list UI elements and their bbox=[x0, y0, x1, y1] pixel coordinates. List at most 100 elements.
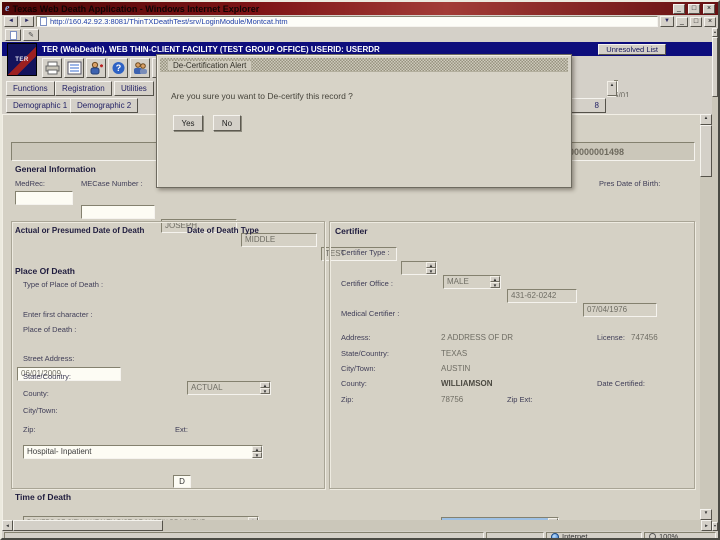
vertical-scrollbar[interactable]: ▲ ▼ bbox=[700, 114, 712, 520]
app-header-text: TER (WebDeath), WEB THIN-CLIENT FACILITY… bbox=[42, 44, 380, 54]
place-of-death-heading: Place Of Death bbox=[15, 266, 75, 276]
horizontal-scrollbar[interactable]: ◄ ► bbox=[2, 520, 712, 531]
certifier-zip-label: Zip: bbox=[341, 395, 354, 404]
street-label: Street Address: bbox=[23, 354, 75, 363]
scroll-thumb[interactable] bbox=[700, 125, 712, 177]
svg-text:?: ? bbox=[115, 63, 121, 73]
scroll-down-icon[interactable]: ▼ bbox=[700, 509, 712, 520]
unresolved-list-button[interactable]: Unresolved List bbox=[598, 43, 666, 55]
add-person-icon[interactable] bbox=[86, 58, 106, 78]
first-char-field[interactable]: D bbox=[173, 475, 191, 488]
edit-glyph: ✎ bbox=[28, 32, 34, 39]
hscroll-thumb[interactable] bbox=[13, 520, 163, 531]
ie-logo-icon: e bbox=[5, 2, 10, 14]
yes-button[interactable]: Yes bbox=[173, 115, 203, 131]
death-type-field[interactable]: ACTUAL ▲ ▼ bbox=[187, 381, 271, 395]
forward-icon[interactable]: ► bbox=[20, 16, 34, 27]
certifier-office-label: Certifier Office : bbox=[341, 279, 393, 288]
tab-registration[interactable]: Registration bbox=[55, 81, 112, 96]
help-icon[interactable]: ? bbox=[108, 58, 128, 78]
medical-certifier-label: Medical Certifier : bbox=[341, 309, 400, 318]
time-of-death-heading: Time of Death bbox=[15, 492, 72, 502]
general-info-heading: General Information bbox=[15, 164, 96, 174]
scroll-left-icon[interactable]: ◄ bbox=[2, 520, 13, 531]
tab-demographic-1[interactable]: Demographic 1 bbox=[6, 98, 75, 113]
magnifier-icon bbox=[649, 533, 656, 538]
browser-window: e Texas Web Death Application - Windows … bbox=[0, 0, 720, 540]
group-icon[interactable] bbox=[130, 58, 150, 78]
close-button[interactable]: × bbox=[703, 3, 715, 14]
doc-glyph bbox=[9, 30, 17, 40]
page-icon bbox=[40, 17, 47, 26]
status-spacer-pane bbox=[486, 532, 544, 538]
back-icon[interactable]: ◄ bbox=[4, 16, 18, 27]
death-type-spinner[interactable]: ▲ ▼ bbox=[260, 382, 270, 394]
status-message-pane bbox=[4, 532, 484, 538]
medrec-field[interactable] bbox=[15, 191, 73, 205]
certifier-zip-value: 78756 bbox=[441, 395, 464, 404]
place-state-label: State/Country: bbox=[23, 372, 71, 381]
address-bar-row: ◄ ► http://160.42.92.3:8081/ThinTXDeathT… bbox=[2, 15, 718, 28]
spinner-down-icon[interactable]: ▼ bbox=[252, 452, 262, 458]
certifier-county-value: WILLIAMSON bbox=[441, 379, 493, 388]
certifier-type-label: Certifier Type : bbox=[341, 248, 390, 257]
spinner-up-icon[interactable]: ▲ bbox=[607, 81, 617, 96]
child-close-button[interactable]: × bbox=[704, 16, 716, 27]
status-zone-text: Internet bbox=[562, 532, 588, 540]
outer-scroll-thumb[interactable] bbox=[712, 37, 718, 97]
certifier-license-value: 747456 bbox=[631, 333, 658, 342]
place-type-label: Type of Place of Death : bbox=[23, 280, 104, 289]
no-button[interactable]: No bbox=[213, 115, 241, 131]
mecase-label: MECase Number : bbox=[81, 179, 143, 188]
death-type-heading: Date of Death Type bbox=[187, 226, 259, 235]
print-icon[interactable] bbox=[42, 58, 62, 78]
death-type-value: ACTUAL bbox=[191, 383, 223, 392]
place-name-label: Place of Death : bbox=[23, 325, 77, 334]
tab-demographic-2[interactable]: Demographic 2 bbox=[70, 98, 139, 113]
outer-scroll-up-icon[interactable]: ▲ bbox=[712, 28, 718, 37]
certifier-city-value: AUSTIN bbox=[441, 364, 471, 373]
first-char-label: Enter first character : bbox=[23, 310, 93, 319]
spinner-down-icon[interactable]: ▼ bbox=[260, 388, 270, 394]
scroll-right-icon[interactable]: ► bbox=[701, 520, 712, 531]
outer-scroll-down-icon[interactable]: ▼ bbox=[712, 522, 718, 531]
status-zoom-pane[interactable]: 100% bbox=[644, 532, 716, 540]
document-icon[interactable] bbox=[5, 29, 21, 41]
records-icon[interactable] bbox=[64, 58, 84, 78]
status-zoom-text: 100% bbox=[659, 532, 679, 540]
url-text: http://160.42.92.3:8081/ThinTXDeathTest/… bbox=[50, 17, 288, 26]
child-minimize-button[interactable]: _ bbox=[676, 16, 688, 27]
mecase-field[interactable] bbox=[81, 205, 155, 219]
child-restore-button[interactable]: □ bbox=[690, 16, 702, 27]
status-bar: Internet 100% bbox=[2, 531, 718, 540]
place-city-label: City/Town: bbox=[23, 406, 58, 415]
minimize-button[interactable]: _ bbox=[673, 3, 685, 14]
dialog-title-bar[interactable]: De-Certification Alert bbox=[160, 58, 568, 72]
decertification-dialog: De-Certification Alert Are you sure you … bbox=[156, 54, 572, 188]
zip-ext-label: Zip Ext: bbox=[507, 395, 533, 404]
medrec-label: MedRec: bbox=[15, 179, 46, 188]
place-ext-label: Ext: bbox=[175, 425, 188, 434]
death-date-heading: Actual or Presumed Date of Death bbox=[15, 226, 145, 235]
scroll-up-icon[interactable]: ▲ bbox=[700, 114, 712, 125]
outer-vertical-scrollbar[interactable]: ▲ ▼ bbox=[712, 28, 718, 531]
title-bar[interactable]: e Texas Web Death Application - Windows … bbox=[2, 2, 718, 15]
dob-label: Pres Date of Birth: bbox=[599, 179, 661, 188]
date-certified-label: Date Certified: bbox=[597, 379, 645, 388]
dialog-title: De-Certification Alert bbox=[168, 60, 252, 70]
tab-utilities[interactable]: Utilities bbox=[114, 81, 154, 96]
address-input[interactable]: http://160.42.92.3:8081/ThinTXDeathTest/… bbox=[36, 16, 658, 27]
tab-functions[interactable]: Functions bbox=[6, 81, 55, 96]
edit-icon[interactable]: ✎ bbox=[23, 29, 39, 41]
certifier-city-label: City/Town: bbox=[341, 364, 376, 373]
window-title: Texas Web Death Application - Windows In… bbox=[12, 3, 260, 14]
browser-strip: ✎ bbox=[2, 28, 718, 42]
place-type-spinner[interactable]: ▲ ▼ bbox=[252, 446, 262, 458]
address-dropdown-icon[interactable]: ▼ bbox=[660, 16, 674, 27]
maximize-button[interactable]: □ bbox=[688, 3, 700, 14]
certifier-state-value: TEXAS bbox=[441, 349, 468, 358]
place-type-field[interactable]: Hospital- Inpatient ▲ ▼ bbox=[23, 445, 263, 459]
certifier-county-label: County: bbox=[341, 379, 367, 388]
place-county-label: County: bbox=[23, 389, 49, 398]
certifier-address-label: Address: bbox=[341, 333, 371, 342]
